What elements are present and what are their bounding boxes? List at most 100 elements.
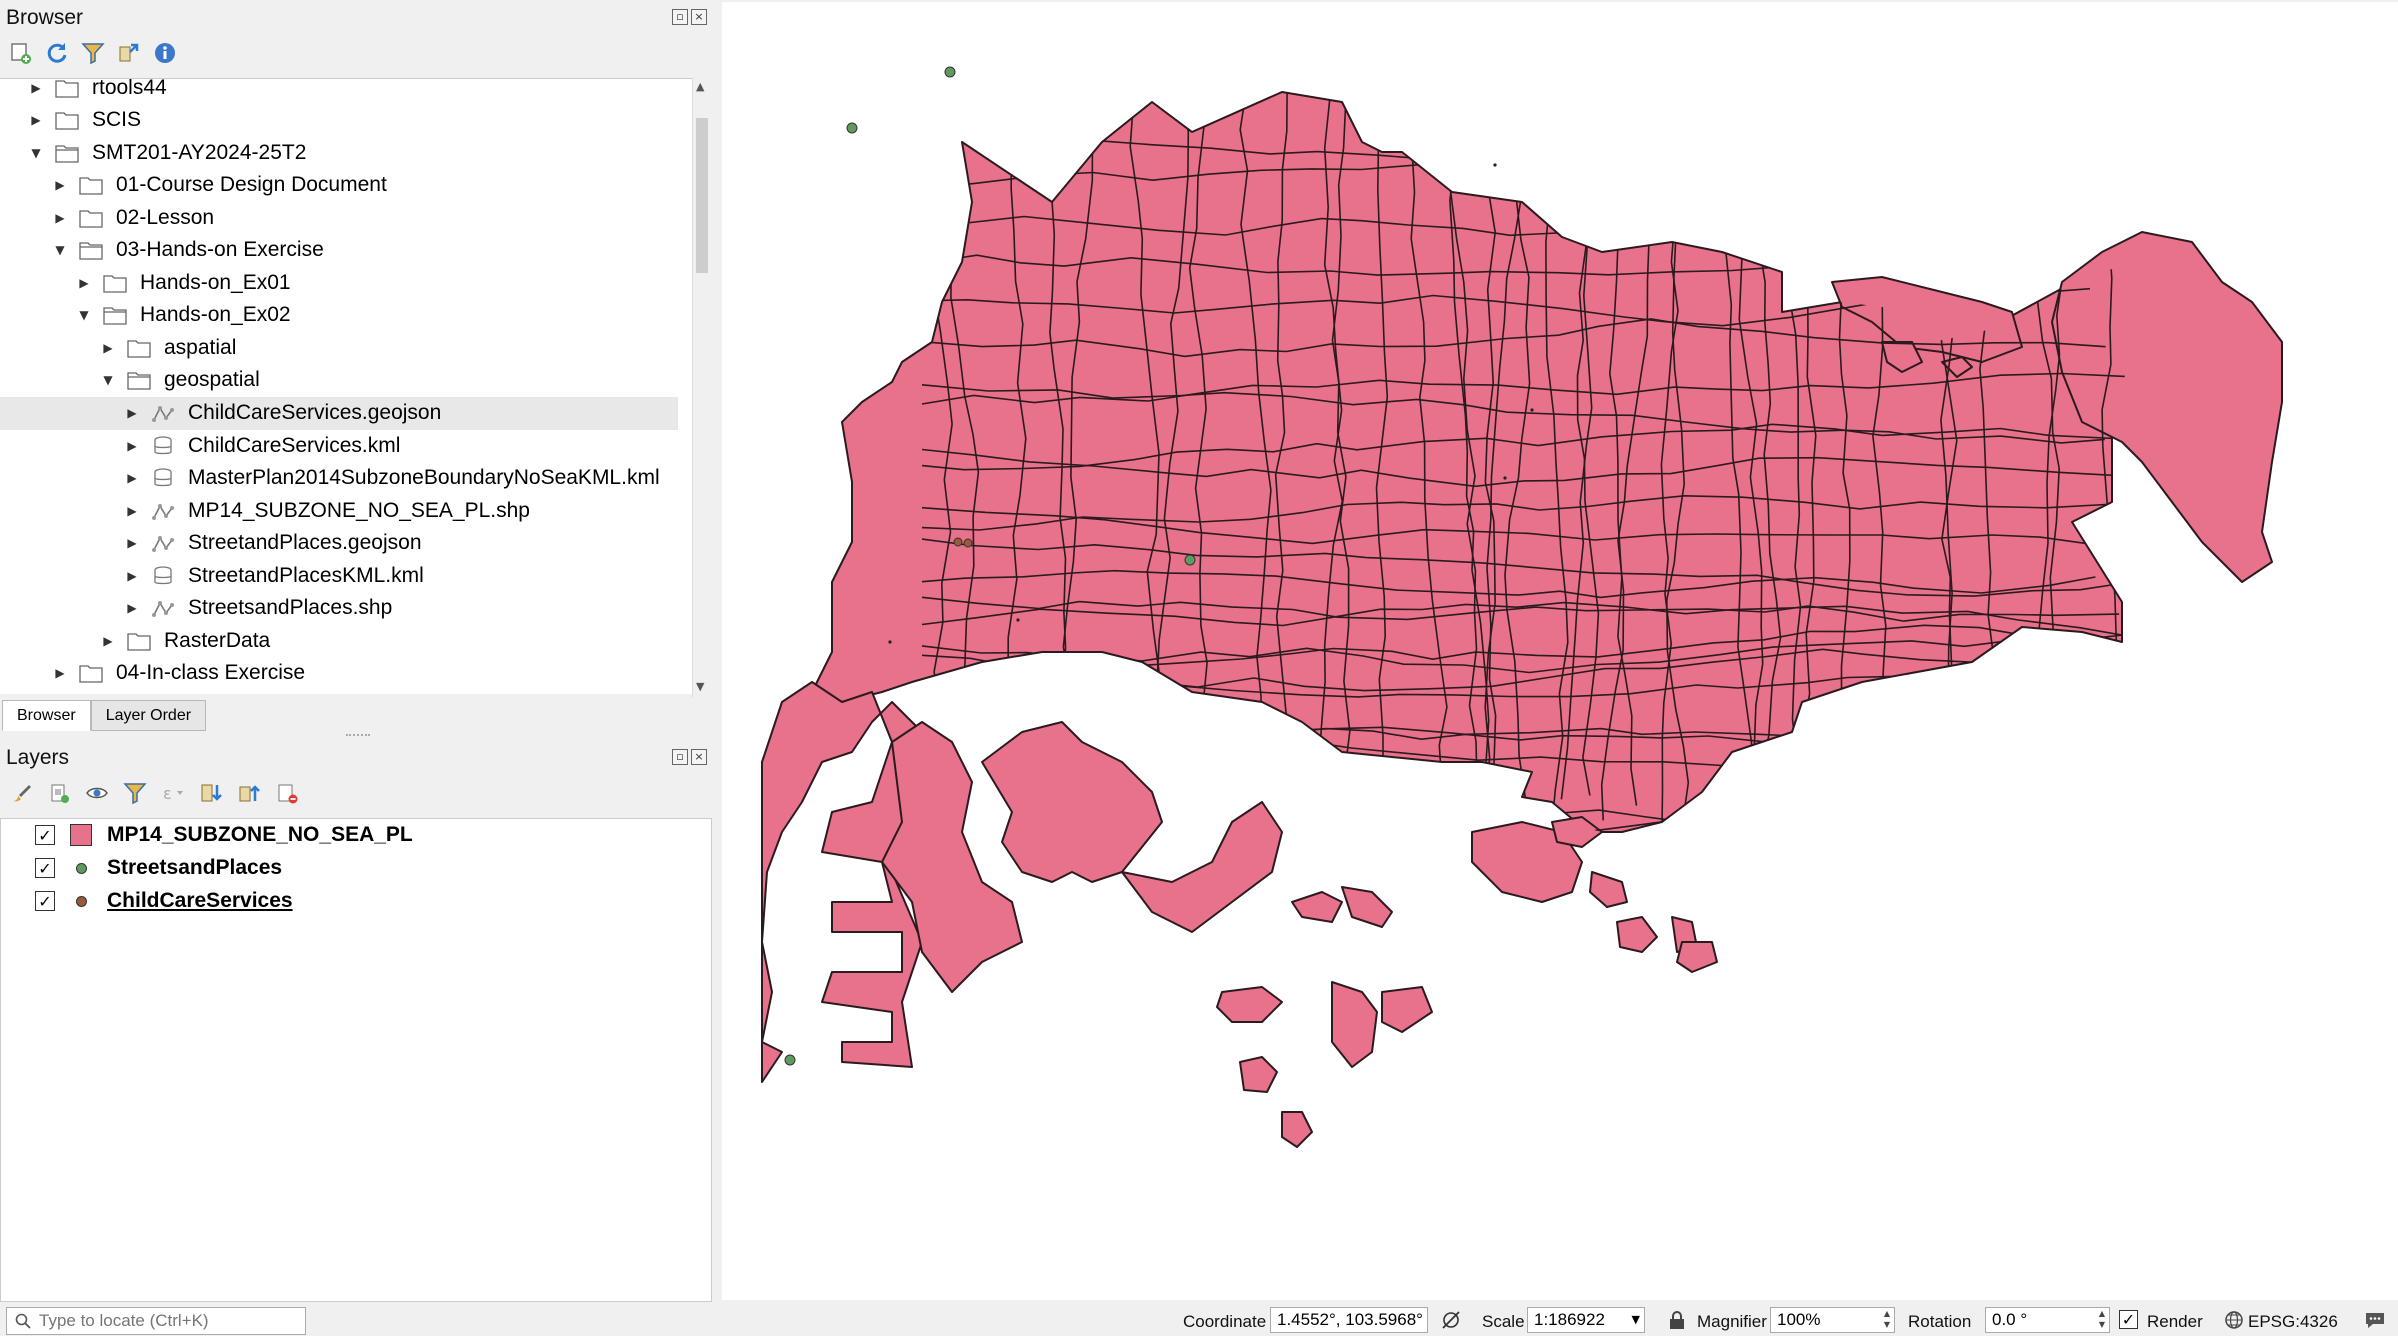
browser-item[interactable]: ▶ aspatial (0, 331, 678, 364)
rotation-field[interactable]: 0.0 ° ▲ ▼ (1985, 1307, 2110, 1333)
browser-item[interactable]: ▶ 02-Lesson (0, 201, 678, 234)
properties-info-icon[interactable] (152, 40, 178, 66)
vector-layer-icon (150, 402, 176, 424)
browser-item[interactable]: ▶ MasterPlan2014SubzoneBoundaryNoSeaKML.k… (0, 462, 678, 495)
browser-item[interactable]: ▶ StreetsandPlaces.shp (0, 592, 678, 625)
chevron-right-icon[interactable]: ▶ (76, 275, 92, 291)
browser-item[interactable]: ▶ MP14_SUBZONE_NO_SEA_PL.shp (0, 494, 678, 527)
tab-browser[interactable]: Browser (2, 700, 91, 731)
chevron-right-icon[interactable]: ▶ (100, 340, 116, 356)
browser-item[interactable]: ▶ 01-Course Design Document (0, 169, 678, 202)
browser-item-label: ChildCareServices.geojson (188, 401, 442, 424)
browser-item[interactable]: ▶ StreetandPlaces.geojson (0, 527, 678, 560)
chevron-down-icon[interactable]: ▼ (28, 145, 44, 161)
expand-all-icon[interactable] (198, 780, 224, 806)
chevron-down-icon[interactable]: ▼ (1632, 1308, 1640, 1332)
messages-icon[interactable] (2364, 1309, 2386, 1331)
chevron-right-icon[interactable]: ▶ (124, 405, 140, 421)
float-panel-icon[interactable]: ▫ (672, 9, 688, 25)
tab-layer-order[interactable]: Layer Order (90, 700, 207, 731)
browser-item[interactable]: ▼ 03-Hands-on Exercise (0, 234, 678, 267)
remove-layer-icon[interactable] (274, 780, 300, 806)
filter-expression-icon[interactable]: ε (160, 780, 186, 806)
chevron-right-icon[interactable]: ▶ (28, 80, 44, 96)
streets-and-places-point (846, 122, 858, 134)
close-panel-icon[interactable]: × (691, 9, 707, 25)
coordinate-field[interactable]: 1.4552°, 103.5968° (1270, 1307, 1428, 1333)
refresh-icon[interactable] (44, 40, 70, 66)
browser-item[interactable]: ▶ Hands-on_Ex01 (0, 266, 678, 299)
add-layer-icon[interactable] (8, 40, 34, 66)
browser-tree[interactable]: ▶ rtools44 ▶ SCIS ▼ SMT201-AY2024-25T2 ▶ 01-Cou… (0, 78, 694, 694)
lock-scale-icon[interactable] (1668, 1310, 1686, 1330)
layer-row-streets[interactable]: ✓ StreetsandPlaces (35, 852, 282, 884)
chevron-right-icon[interactable]: ▶ (52, 210, 68, 226)
layer-row-childcare[interactable]: ✓ ChildCareServices (35, 885, 293, 917)
browser-item[interactable]: ▶ ChildCareServices.geojson (0, 396, 678, 430)
chevron-right-icon[interactable]: ▶ (124, 535, 140, 551)
filter-legend-icon[interactable] (122, 780, 148, 806)
chevron-right-icon[interactable]: ▶ (100, 633, 116, 649)
rotation-spinner[interactable]: ▲ ▼ (2095, 1308, 2109, 1332)
browser-scrollbar[interactable]: ▲ ▼ (692, 78, 710, 698)
browser-item-label: StreetandPlaces.geojson (188, 531, 422, 555)
folder-icon (78, 174, 104, 196)
magnifier-spinner[interactable]: ▲ ▼ (1880, 1308, 1894, 1332)
browser-item[interactable]: ▶ ChildCareServices.kml (0, 429, 678, 462)
map-canvas[interactable] (722, 2, 2398, 1300)
islet-speck (1493, 163, 1497, 167)
style-brush-icon[interactable] (8, 780, 34, 806)
browser-item[interactable]: ▶ RasterData (0, 624, 678, 657)
layer-visibility-checkbox[interactable]: ✓ (35, 858, 55, 878)
scale-field[interactable]: 1:186922 ▼ (1527, 1307, 1645, 1333)
browser-item[interactable]: ▼ Hands-on_Ex02 (0, 299, 678, 332)
chevron-right-icon[interactable]: ▶ (124, 568, 140, 584)
chevron-right-icon[interactable]: ▶ (52, 665, 68, 681)
visibility-eye-icon[interactable] (84, 780, 110, 806)
chevron-right-icon[interactable]: ▶ (52, 177, 68, 193)
layers-tree[interactable]: ✓ MP14_SUBZONE_NO_SEA_PL ✓ StreetsandPla… (0, 818, 712, 1302)
svg-text:ε: ε (163, 784, 172, 803)
singapore-subzone-map[interactable] (722, 2, 2398, 1300)
render-checkbox[interactable]: ✓ (2119, 1310, 2138, 1329)
browser-item[interactable]: ▶ SCIS (0, 104, 678, 137)
chevron-right-icon[interactable]: ▶ (124, 600, 140, 616)
close-panel-icon[interactable]: × (691, 749, 707, 765)
chevron-down-icon[interactable]: ▼ (100, 372, 116, 388)
scroll-down-icon[interactable]: ▼ (696, 680, 704, 693)
locator-bar[interactable] (6, 1307, 306, 1335)
chevron-right-icon[interactable]: ▶ (28, 112, 44, 128)
float-panel-icon[interactable]: ▫ (672, 749, 688, 765)
browser-toolbar (8, 40, 178, 66)
scroll-thumb[interactable] (696, 118, 708, 273)
browser-item[interactable]: ▼ SMT201-AY2024-25T2 (0, 136, 678, 169)
chevron-right-icon[interactable]: ▶ (124, 470, 140, 486)
browser-item[interactable]: ▶ StreetandPlacesKML.kml (0, 559, 678, 592)
filter-icon[interactable] (80, 40, 106, 66)
add-group-icon[interactable] (46, 780, 72, 806)
layers-panel-title: Layers (6, 746, 70, 769)
locator-input[interactable] (39, 1311, 299, 1331)
splitter-handle[interactable] (346, 734, 370, 737)
collapse-all-icon[interactable] (236, 780, 262, 806)
toggle-extents-icon[interactable] (1440, 1309, 1462, 1331)
browser-item[interactable]: ▶ rtools44 (0, 79, 678, 104)
layer-row-subzone[interactable]: ✓ MP14_SUBZONE_NO_SEA_PL (35, 819, 413, 851)
layer-visibility-checkbox[interactable]: ✓ (35, 891, 55, 911)
collapse-all-icon[interactable] (116, 40, 142, 66)
chevron-right-icon[interactable]: ▶ (124, 438, 140, 454)
chevron-right-icon[interactable]: ▶ (124, 503, 140, 519)
dock-tabs: Browser Layer Order (2, 700, 207, 731)
globe-icon[interactable] (2224, 1310, 2244, 1330)
scroll-up-icon[interactable]: ▲ (696, 80, 704, 93)
crs-label[interactable]: EPSG:4326 (2248, 1312, 2338, 1332)
chevron-down-icon[interactable]: ▼ (76, 307, 92, 323)
browser-item[interactable]: ▶ 04-In-class Exercise (0, 657, 678, 690)
chevron-down-icon[interactable]: ▼ (52, 242, 68, 258)
magnifier-label: Magnifier (1697, 1312, 1767, 1331)
browser-item[interactable]: ▼ geospatial (0, 364, 678, 397)
layer-name: StreetsandPlaces (107, 856, 283, 879)
magnifier-field[interactable]: 100% ▲ ▼ (1770, 1307, 1895, 1333)
layer-visibility-checkbox[interactable]: ✓ (35, 825, 55, 845)
folder-icon (126, 369, 152, 391)
